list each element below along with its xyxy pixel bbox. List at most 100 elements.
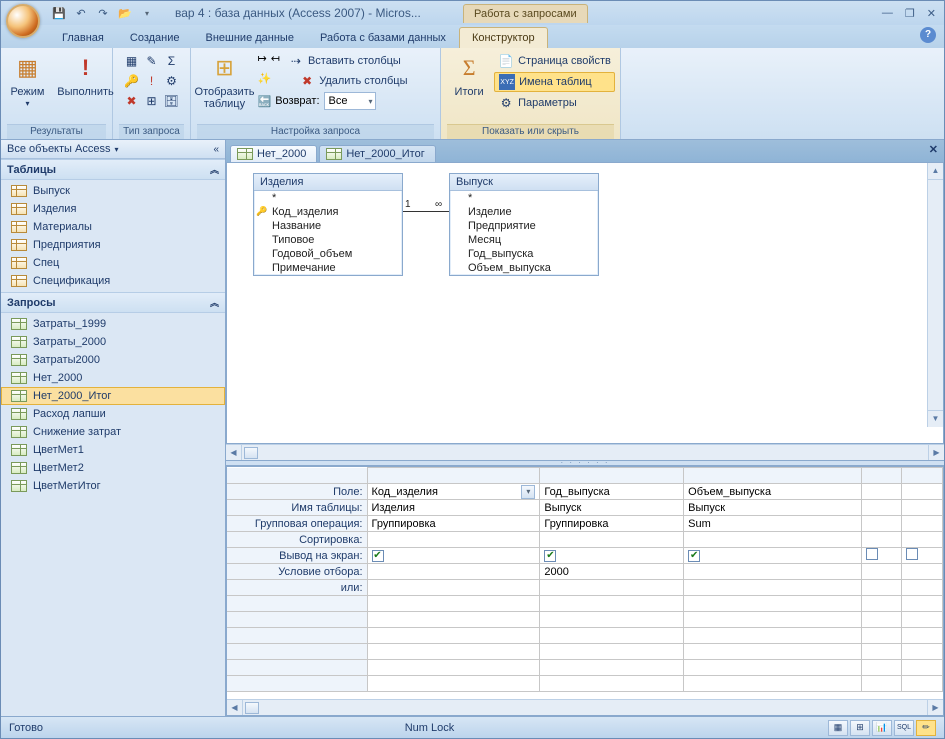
- delete-cols-button[interactable]: ✖Удалить столбцы: [295, 72, 411, 90]
- table-cell[interactable]: [902, 500, 943, 516]
- nav-group-header[interactable]: Таблицы︽: [1, 159, 225, 180]
- document-tab[interactable]: Нет_2000: [230, 145, 317, 162]
- dropdown-icon[interactable]: ▾: [521, 485, 535, 499]
- field-cell[interactable]: Год_выпуска: [540, 484, 684, 500]
- diagram-field[interactable]: *: [254, 191, 402, 205]
- close-tab-button[interactable]: ✕: [929, 143, 938, 156]
- diagram-field[interactable]: Название: [254, 219, 402, 233]
- nav-query-item[interactable]: Снижение затрат: [1, 423, 225, 441]
- datasheet-view-button[interactable]: ▦: [828, 720, 848, 736]
- tab-designer[interactable]: Конструктор: [459, 27, 548, 48]
- return-combo[interactable]: Все: [324, 92, 376, 110]
- diagram-field[interactable]: Код_изделия: [254, 205, 402, 219]
- empty-cell[interactable]: [861, 644, 902, 660]
- total-cell[interactable]: Sum: [684, 516, 862, 532]
- empty-cell[interactable]: [367, 660, 540, 676]
- relationship-line[interactable]: [403, 211, 449, 212]
- diagram-field[interactable]: Предприятие: [450, 219, 598, 233]
- scroll-left-icon[interactable]: ◀: [227, 700, 243, 715]
- column-selector[interactable]: [367, 468, 540, 484]
- column-selector[interactable]: [684, 468, 862, 484]
- scroll-thumb[interactable]: [245, 702, 259, 714]
- field-cell[interactable]: Объем_выпуска: [684, 484, 862, 500]
- insert-rows-icon[interactable]: ↦: [258, 52, 267, 70]
- diagram-field[interactable]: Месяц: [450, 233, 598, 247]
- or-cell[interactable]: [684, 580, 862, 596]
- nav-query-item[interactable]: Нет_2000_Итог: [1, 387, 225, 405]
- nav-table-item[interactable]: Спецификация: [1, 272, 225, 290]
- nav-table-item[interactable]: Спец: [1, 254, 225, 272]
- parameters-button[interactable]: ⚙Параметры: [494, 94, 615, 112]
- collapse-nav-icon[interactable]: «: [213, 144, 219, 155]
- empty-cell[interactable]: [367, 612, 540, 628]
- grid-hscroll[interactable]: ◀ ▶: [227, 699, 943, 715]
- show-cell[interactable]: [902, 548, 943, 564]
- tab-external[interactable]: Внешние данные: [193, 27, 307, 48]
- empty-cell[interactable]: [902, 660, 943, 676]
- empty-cell[interactable]: [902, 676, 943, 692]
- show-table-button[interactable]: ⊞ Отобразить таблицу: [194, 50, 256, 112]
- nav-query-item[interactable]: Затраты_2000: [1, 333, 225, 351]
- empty-cell[interactable]: [684, 628, 862, 644]
- checkbox[interactable]: [906, 548, 918, 560]
- nav-pane-header[interactable]: Все объекты Access ▾ «: [1, 140, 225, 159]
- diagram-field[interactable]: Объем_выпуска: [450, 261, 598, 275]
- qt-delete[interactable]: ✖⊞🗄: [120, 92, 184, 110]
- checkbox[interactable]: ✔: [544, 550, 556, 562]
- or-cell[interactable]: [367, 580, 540, 596]
- nav-query-item[interactable]: ЦветМет2: [1, 459, 225, 477]
- help-button[interactable]: ?: [920, 27, 936, 43]
- diagram-field[interactable]: *: [450, 191, 598, 205]
- diagram-field[interactable]: Изделие: [450, 205, 598, 219]
- nav-query-item[interactable]: ЦветМетИтог: [1, 477, 225, 495]
- column-selector[interactable]: [902, 468, 943, 484]
- table-cell[interactable]: Изделия: [367, 500, 540, 516]
- save-icon[interactable]: 💾: [51, 5, 67, 21]
- nav-query-item[interactable]: Расход лапши: [1, 405, 225, 423]
- scroll-thumb[interactable]: [244, 447, 258, 459]
- field-cell[interactable]: Код_изделия▾: [367, 484, 540, 500]
- tab-dbtools[interactable]: Работа с базами данных: [307, 27, 459, 48]
- sort-cell[interactable]: [367, 532, 540, 548]
- totals-button[interactable]: Σ Итоги: [446, 50, 492, 100]
- criteria-cell[interactable]: [684, 564, 862, 580]
- table-names-button[interactable]: XYZИмена таблиц: [494, 72, 615, 92]
- empty-cell[interactable]: [902, 612, 943, 628]
- diagram-vscroll[interactable]: [927, 163, 943, 427]
- sort-cell[interactable]: [540, 532, 684, 548]
- scroll-left-icon[interactable]: ◀: [226, 445, 242, 460]
- column-selector[interactable]: [540, 468, 684, 484]
- nav-table-item[interactable]: Материалы: [1, 218, 225, 236]
- show-cell[interactable]: ✔: [367, 548, 540, 564]
- insert-cols-button[interactable]: ⇢Вставить столбцы: [284, 52, 405, 70]
- checkbox[interactable]: ✔: [372, 550, 384, 562]
- qt-append[interactable]: 🔑!⚙: [120, 72, 184, 90]
- diagram-field[interactable]: Год_выпуска: [450, 247, 598, 261]
- nav-table-item[interactable]: Выпуск: [1, 182, 225, 200]
- nav-table-item[interactable]: Изделия: [1, 200, 225, 218]
- run-button[interactable]: ! Выполнить: [58, 50, 114, 100]
- show-cell[interactable]: [861, 548, 902, 564]
- empty-cell[interactable]: [367, 644, 540, 660]
- empty-cell[interactable]: [367, 596, 540, 612]
- criteria-cell[interactable]: [861, 564, 902, 580]
- checkbox[interactable]: ✔: [688, 550, 700, 562]
- empty-cell[interactable]: [861, 660, 902, 676]
- sort-cell[interactable]: [902, 532, 943, 548]
- column-selector[interactable]: [861, 468, 902, 484]
- maximize-button[interactable]: ❐: [905, 7, 915, 20]
- diagram-field[interactable]: Годовой_объем: [254, 247, 402, 261]
- query-diagram[interactable]: Изделия*Код_изделияНазваниеТиповоеГодово…: [226, 162, 944, 444]
- diagram-field[interactable]: Типовое: [254, 233, 402, 247]
- empty-cell[interactable]: [861, 612, 902, 628]
- property-sheet-button[interactable]: 📄Страница свойств: [494, 52, 615, 70]
- pivot-view-button[interactable]: ⊞: [850, 720, 870, 736]
- sort-cell[interactable]: [861, 532, 902, 548]
- open-icon[interactable]: 📂: [117, 5, 133, 21]
- design-view-button[interactable]: ✏: [916, 720, 936, 736]
- empty-cell[interactable]: [540, 660, 684, 676]
- empty-cell[interactable]: [861, 596, 902, 612]
- table-cell[interactable]: Выпуск: [684, 500, 862, 516]
- table-cell[interactable]: [861, 500, 902, 516]
- nav-table-item[interactable]: Предприятия: [1, 236, 225, 254]
